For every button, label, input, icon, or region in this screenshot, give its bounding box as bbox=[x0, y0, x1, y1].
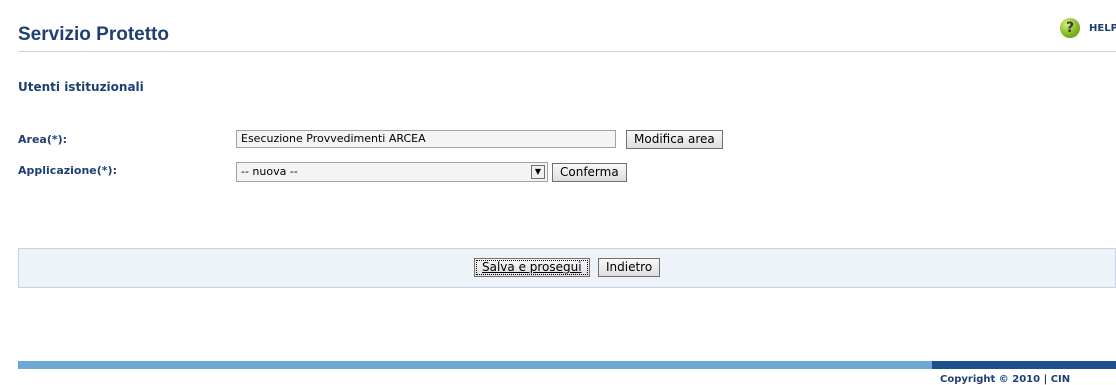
conferma-button[interactable]: Conferma bbox=[552, 163, 627, 182]
action-bar: Salva e prosegui Indietro bbox=[18, 248, 1116, 288]
help-link[interactable]: ? HELP bbox=[1060, 18, 1116, 38]
indietro-button[interactable]: Indietro bbox=[598, 258, 661, 277]
area-field[interactable]: Esecuzione Provvedimenti ARCEA bbox=[236, 130, 616, 148]
copyright-text: Copyright © 2010 | CIN bbox=[940, 374, 1071, 385]
modifica-area-button[interactable]: Modifica area bbox=[626, 130, 723, 149]
title-divider bbox=[18, 51, 1116, 52]
page-title: Servizio Protetto bbox=[18, 24, 169, 45]
applicazione-select[interactable]: -- nuova -- ▼ bbox=[236, 162, 548, 182]
applicazione-label: Applicazione(*): bbox=[18, 164, 117, 177]
help-label[interactable]: HELP bbox=[1089, 23, 1116, 34]
section-title: Utenti istituzionali bbox=[18, 80, 144, 94]
salva-e-prosegui-button[interactable]: Salva e prosegui bbox=[474, 258, 590, 277]
footer-bar-dark bbox=[932, 361, 1116, 369]
area-label: Area(*): bbox=[18, 133, 68, 146]
question-mark-icon[interactable]: ? bbox=[1060, 18, 1080, 38]
chevron-down-icon[interactable]: ▼ bbox=[531, 165, 545, 179]
footer-bar-light bbox=[18, 361, 932, 369]
applicazione-selected-value: -- nuova -- bbox=[241, 165, 298, 178]
